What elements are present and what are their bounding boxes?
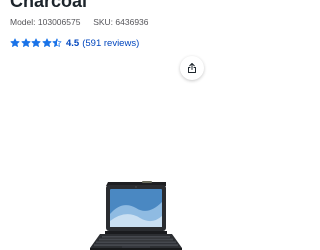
reviews-link[interactable]: (591 reviews) — [82, 38, 139, 49]
sku-number: 6436936 — [115, 17, 149, 27]
star-icon — [21, 38, 30, 47]
model-label: Model: — [10, 17, 36, 27]
product-title: Charcoal — [10, 0, 88, 11]
star-icon — [31, 38, 41, 47]
rating-value: 4.5 — [66, 37, 80, 49]
sku-label: SKU: — [93, 17, 114, 27]
rating-row: 4.5 (591 reviews) — [10, 36, 139, 50]
product-image — [90, 181, 182, 250]
model-number: 103006575 — [37, 17, 81, 27]
share-button[interactable] — [180, 56, 204, 80]
star-icon — [42, 38, 51, 47]
star-icon — [10, 38, 20, 47]
tablet-keyboard-case — [90, 181, 182, 250]
share-icon — [186, 62, 198, 74]
product-identifiers: Model: 103006575 SKU: 6436936 — [10, 17, 149, 27]
product-page: Charcoal Model: 103006575 SKU: 6436936 4… — [0, 0, 250, 250]
star-icon — [52, 38, 62, 47]
rating-stars — [10, 38, 62, 48]
